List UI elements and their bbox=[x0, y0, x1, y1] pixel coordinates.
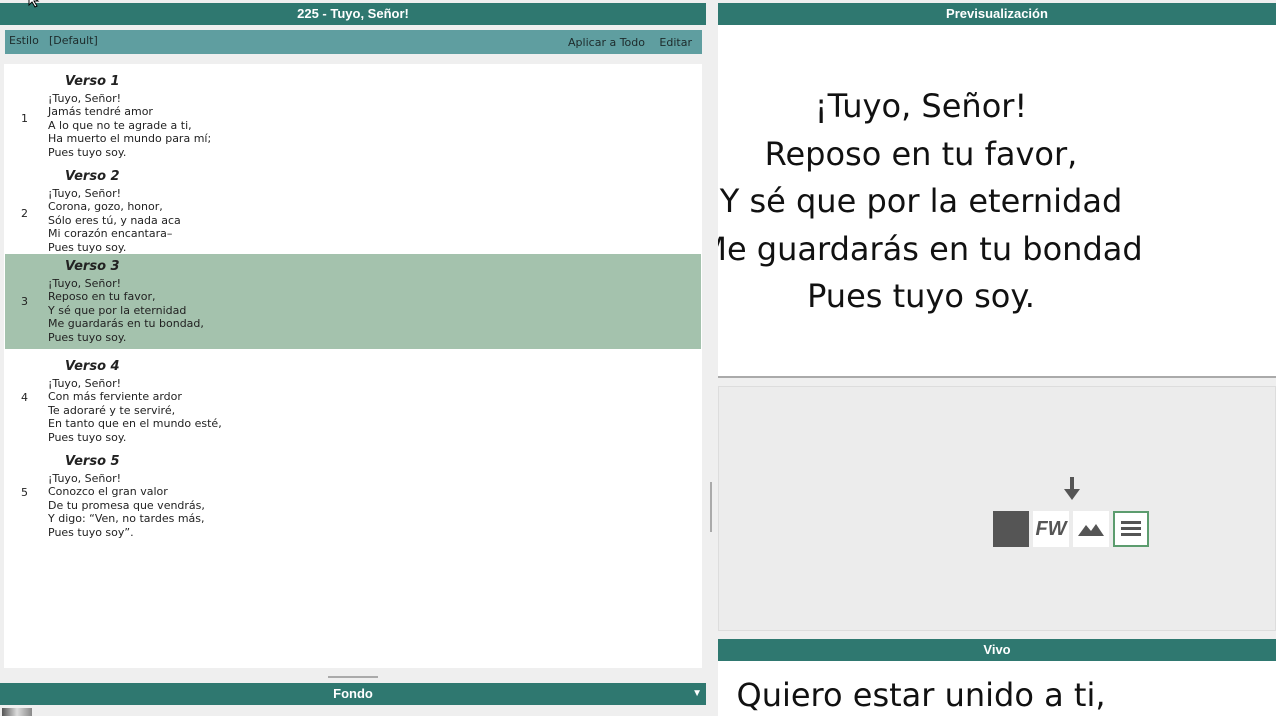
preview-line: ¡Tuyo, Señor! bbox=[814, 87, 1028, 125]
verse-number: 2 bbox=[21, 207, 28, 220]
lyric-line: Y digo: “Ven, no tardes más, bbox=[48, 512, 205, 526]
lyrics-button[interactable] bbox=[1113, 511, 1149, 547]
live-screen: Quiero estar unido a ti, bbox=[718, 661, 1276, 716]
preview-screen: ¡Tuyo, Señor! Reposo en tu favor, Y sé q… bbox=[718, 25, 1276, 378]
song-title-bar: 225 - Tuyo, Señor! bbox=[0, 3, 706, 25]
lyric-line: Reposo en tu favor, bbox=[48, 290, 156, 304]
lyric-line: Ha muerto el mundo para mí; bbox=[48, 132, 212, 146]
preview-line: Pues tuyo soy. bbox=[807, 277, 1035, 315]
live-lyrics: Quiero estar unido a ti, bbox=[736, 676, 1106, 714]
lyrics-icon bbox=[1121, 521, 1141, 536]
edit-button[interactable]: Editar bbox=[659, 36, 692, 49]
lyric-line: Pues tuyo soy. bbox=[48, 240, 127, 254]
verse-item-1[interactable]: 1 Verso 1 ¡Tuyo, Señor! Jamás tendré amo… bbox=[5, 69, 701, 164]
apply-all-button[interactable]: Aplicar a Todo bbox=[568, 36, 645, 49]
verse-title: Verso 3 bbox=[65, 259, 120, 274]
verse-lyrics: ¡Tuyo, Señor! Conozco el gran valor De t… bbox=[48, 472, 205, 539]
lyric-line: Pues tuyo soy. bbox=[48, 330, 127, 344]
lyric-line: Me guardarás en tu bondad, bbox=[48, 317, 204, 331]
verse-number: 1 bbox=[21, 112, 28, 125]
lyric-line: Pues tuyo soy”. bbox=[48, 525, 134, 539]
lyric-line: ¡Tuyo, Señor! bbox=[48, 377, 122, 390]
black-screen-button[interactable] bbox=[993, 511, 1029, 547]
verse-number: 4 bbox=[21, 391, 28, 404]
vertical-splitter-handle[interactable] bbox=[710, 482, 712, 532]
live-title-bar: Vivo bbox=[718, 639, 1276, 661]
verse-item-3[interactable]: 3 Verso 3 ¡Tuyo, Señor! Reposo en tu fav… bbox=[5, 254, 701, 349]
verse-list: 1 Verso 1 ¡Tuyo, Señor! Jamás tendré amo… bbox=[4, 64, 702, 668]
verse-title: Verso 2 bbox=[65, 169, 120, 184]
verse-lyrics: ¡Tuyo, Señor! Corona, gozo, honor, Sólo … bbox=[48, 187, 181, 254]
preview-lyrics: ¡Tuyo, Señor! Reposo en tu favor, Y sé q… bbox=[718, 83, 1274, 321]
lyric-line: Mi corazón encantara– bbox=[48, 227, 173, 241]
lyric-line: ¡Tuyo, Señor! bbox=[48, 472, 122, 485]
image-button[interactable] bbox=[1073, 511, 1109, 547]
verse-title: Verso 4 bbox=[65, 359, 120, 374]
verse-title: Verso 5 bbox=[65, 454, 120, 469]
lyric-line: Pues tuyo soy. bbox=[48, 145, 127, 159]
lyric-line: En tanto que en el mundo esté, bbox=[48, 417, 222, 431]
fw-logo-button[interactable]: FW bbox=[1033, 511, 1069, 547]
down-arrow-icon[interactable] bbox=[1062, 477, 1082, 503]
verse-number: 3 bbox=[21, 295, 28, 308]
chevron-down-icon[interactable]: ▼ bbox=[692, 683, 702, 705]
image-icon bbox=[1078, 524, 1104, 536]
lyric-line: Pues tuyo soy. bbox=[48, 430, 127, 444]
lyric-line: ¡Tuyo, Señor! bbox=[48, 277, 122, 290]
verse-item-2[interactable]: 2 Verso 2 ¡Tuyo, Señor! Corona, gozo, ho… bbox=[5, 164, 701, 259]
background-panel-header[interactable]: Fondo ▼ bbox=[0, 683, 706, 705]
preview-line: Y sé que por la eternidad bbox=[719, 182, 1123, 220]
lyric-line: Conozco el gran valor bbox=[48, 485, 168, 499]
preview-line: Me guardarás en tu bondad bbox=[718, 229, 1143, 268]
preview-title-bar: Previsualización bbox=[718, 3, 1276, 25]
lyric-line: Te adoraré y te serviré, bbox=[48, 403, 176, 417]
verse-lyrics: ¡Tuyo, Señor! Reposo en tu favor, Y sé q… bbox=[48, 277, 204, 344]
style-value[interactable]: [Default] bbox=[49, 34, 98, 47]
horizontal-splitter-handle[interactable] bbox=[328, 676, 378, 678]
preview-line: Reposo en tu favor, bbox=[764, 134, 1078, 173]
verse-title: Verso 1 bbox=[65, 74, 120, 89]
verse-lyrics: ¡Tuyo, Señor! Con más ferviente ardor Te… bbox=[48, 377, 222, 444]
lyric-line: ¡Tuyo, Señor! bbox=[48, 187, 122, 200]
verse-item-4[interactable]: 4 Verso 4 ¡Tuyo, Señor! Con más fervient… bbox=[5, 354, 701, 449]
lyric-line: Y sé que por la eternidad bbox=[48, 303, 187, 317]
lyric-line: ¡Tuyo, Señor! bbox=[48, 92, 122, 105]
mouse-cursor-icon bbox=[28, 0, 40, 8]
lyric-line: De tu promesa que vendrás, bbox=[48, 498, 205, 512]
verse-item-5[interactable]: 5 Verso 5 ¡Tuyo, Señor! Conozco el gran … bbox=[5, 449, 701, 544]
lyric-line: A lo que no te agrade a ti, bbox=[48, 118, 192, 132]
background-panel-title: Fondo bbox=[333, 686, 373, 701]
lyric-line: Corona, gozo, honor, bbox=[48, 200, 163, 214]
lyric-line: Con más ferviente ardor bbox=[48, 390, 182, 404]
background-thumbnail[interactable] bbox=[2, 708, 32, 716]
style-label: Estilo bbox=[9, 34, 39, 47]
lyric-line: Jamás tendré amor bbox=[48, 105, 153, 119]
verse-number: 5 bbox=[21, 486, 28, 499]
projection-controls: FW bbox=[718, 386, 1276, 631]
style-toolbar: Estilo [Default] Aplicar a Todo Editar bbox=[5, 30, 702, 54]
lyric-line: Sólo eres tú, y nada aca bbox=[48, 213, 181, 227]
verse-lyrics: ¡Tuyo, Señor! Jamás tendré amor A lo que… bbox=[48, 92, 211, 159]
